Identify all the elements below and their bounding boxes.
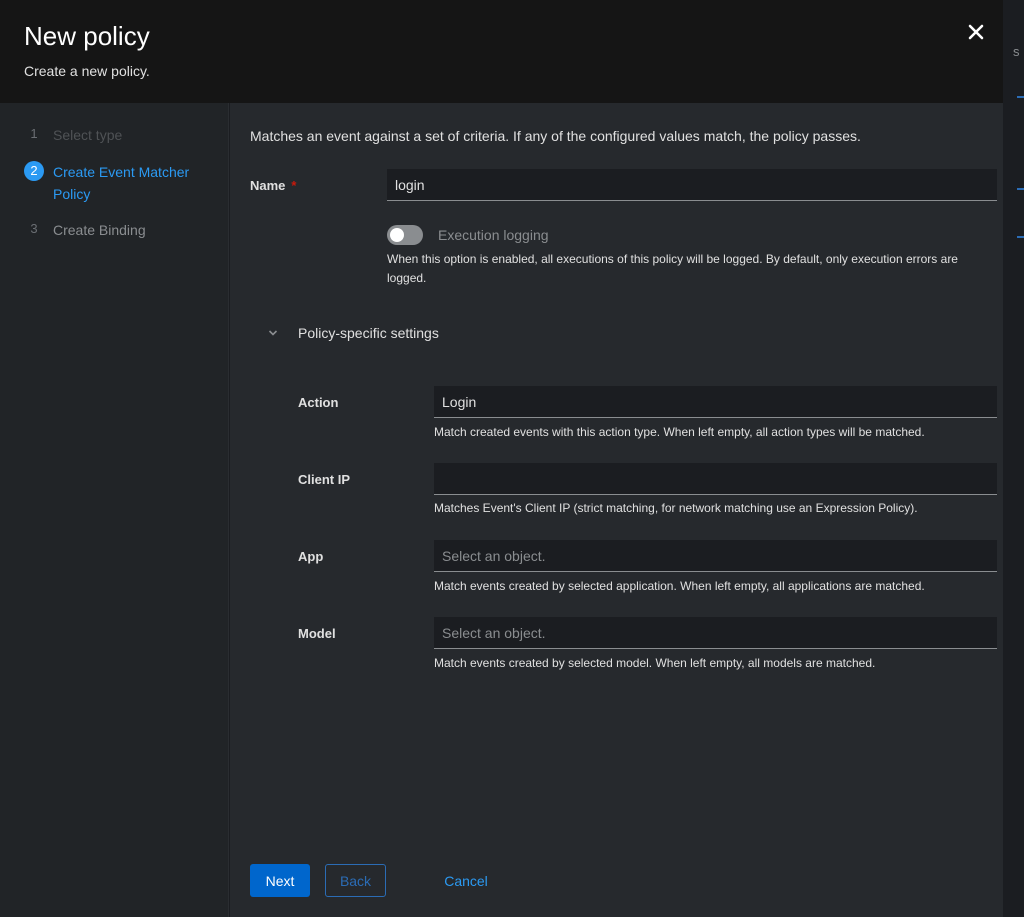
background-link-mark xyxy=(1017,236,1024,238)
wizard-steps-nav: 1 Select type 2 Create Event Matcher Pol… xyxy=(0,103,229,917)
name-input[interactable] xyxy=(387,169,997,201)
background-link-mark xyxy=(1017,188,1024,190)
background-link-mark xyxy=(1017,96,1024,98)
step-label: Select type xyxy=(53,127,123,143)
wizard-content: Matches an event against a set of criter… xyxy=(230,103,1003,844)
close-button[interactable] xyxy=(962,18,990,46)
new-policy-modal: New policy Create a new policy. 1 Select… xyxy=(0,0,1003,917)
step-label: Create Binding xyxy=(53,222,146,238)
step-number: 3 xyxy=(30,221,38,236)
policy-specific-settings-toggle[interactable]: Policy-specific settings xyxy=(268,325,439,341)
background-page: s xyxy=(1003,0,1024,917)
step-number: 2 xyxy=(24,161,44,181)
background-partial-text: s xyxy=(1013,44,1020,59)
app-help: Match events created by selected applica… xyxy=(434,579,925,593)
step-number: 1 xyxy=(30,126,38,141)
action-input[interactable] xyxy=(434,386,997,418)
client-ip-label: Client IP xyxy=(298,472,351,487)
name-label: Name * xyxy=(250,178,297,193)
app-label: App xyxy=(298,549,324,564)
modal-header: New policy Create a new policy. xyxy=(0,0,1003,103)
model-label: Model xyxy=(298,626,336,641)
cancel-button[interactable]: Cancel xyxy=(434,864,498,897)
wizard-step-select-type[interactable]: 1 Select type xyxy=(24,124,122,146)
modal-title: New policy xyxy=(24,21,150,51)
close-icon xyxy=(968,24,984,40)
execution-logging-label: Execution logging xyxy=(438,227,549,243)
back-button[interactable]: Back xyxy=(325,864,386,897)
execution-logging-toggle[interactable] xyxy=(387,225,423,245)
wizard-step-create-event-matcher-policy[interactable]: 2 Create Event Matcher Policy xyxy=(24,161,203,205)
section-label: Policy-specific settings xyxy=(298,325,439,341)
client-ip-input[interactable] xyxy=(434,463,997,495)
modal-subtitle: Create a new policy. xyxy=(24,63,150,79)
wizard-step-create-binding[interactable]: 3 Create Binding xyxy=(24,219,146,241)
app-select[interactable] xyxy=(434,540,997,572)
model-select[interactable] xyxy=(434,617,997,649)
action-label: Action xyxy=(298,395,339,410)
next-button[interactable]: Next xyxy=(250,864,310,897)
execution-logging-help: When this option is enabled, all executi… xyxy=(387,252,958,285)
policy-description: Matches an event against a set of criter… xyxy=(250,128,861,144)
toggle-knob xyxy=(390,228,404,242)
required-mark: * xyxy=(291,178,297,193)
model-help: Match events created by selected model. … xyxy=(434,656,876,670)
step-label: Create Event Matcher Policy xyxy=(53,164,190,202)
wizard-footer: Next Back Cancel xyxy=(230,844,1003,917)
client-ip-help: Matches Event's Client IP (strict matchi… xyxy=(434,501,918,515)
chevron-down-icon xyxy=(268,330,278,336)
action-help: Match created events with this action ty… xyxy=(434,425,925,439)
